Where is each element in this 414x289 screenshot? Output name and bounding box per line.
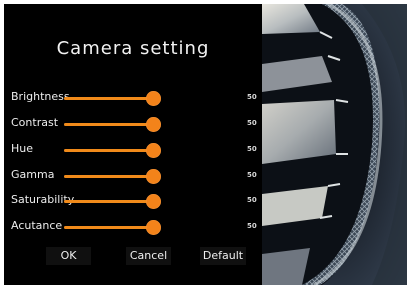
slider-handle[interactable]: [146, 117, 161, 132]
contrast-slider[interactable]: [64, 117, 161, 132]
setting-label: Contrast: [11, 116, 59, 129]
cancel-button[interactable]: Cancel: [126, 247, 171, 265]
setting-value: 50: [247, 119, 257, 127]
camera-view: Camera setting Brightness 50 Contrast 50…: [4, 4, 407, 285]
setting-row-saturability: Saturability 50: [4, 191, 262, 211]
setting-row-hue: Hue 50: [4, 140, 262, 160]
setting-value: 50: [247, 196, 257, 204]
setting-value: 50: [247, 145, 257, 153]
slider-handle[interactable]: [146, 220, 161, 235]
slider-fill: [64, 149, 154, 152]
slider-handle[interactable]: [146, 91, 161, 106]
ok-button[interactable]: OK: [46, 247, 91, 265]
brightness-slider[interactable]: [64, 91, 161, 106]
setting-value: 50: [247, 93, 257, 101]
default-button[interactable]: Default: [200, 247, 246, 265]
setting-row-acutance: Acutance 50: [4, 217, 262, 237]
pipe-interior-image: [262, 4, 407, 285]
dialog-title: Camera setting: [56, 38, 210, 59]
setting-row-gamma: Gamma 50: [4, 166, 262, 186]
setting-label: Hue: [11, 142, 34, 155]
gamma-slider[interactable]: [64, 169, 161, 184]
camera-setting-panel: Camera setting Brightness 50 Contrast 50…: [4, 4, 262, 285]
slider-fill: [64, 226, 154, 229]
hue-slider[interactable]: [64, 143, 161, 158]
slider-handle[interactable]: [146, 194, 161, 209]
setting-label: Acutance: [11, 219, 63, 232]
camera-feed-image: [262, 4, 407, 285]
slider-handle[interactable]: [146, 143, 161, 158]
slider-fill: [64, 123, 154, 126]
saturability-slider[interactable]: [64, 194, 161, 209]
slider-fill: [64, 97, 154, 100]
slider-fill: [64, 175, 154, 178]
acutance-slider[interactable]: [64, 220, 161, 235]
setting-label: Brightness: [11, 90, 70, 103]
setting-value: 50: [247, 171, 257, 179]
setting-row-contrast: Contrast 50: [4, 114, 262, 134]
slider-handle[interactable]: [146, 169, 161, 184]
setting-value: 50: [247, 222, 257, 230]
slider-fill: [64, 200, 154, 203]
setting-row-brightness: Brightness 50: [4, 88, 262, 108]
setting-label: Gamma: [11, 168, 55, 181]
